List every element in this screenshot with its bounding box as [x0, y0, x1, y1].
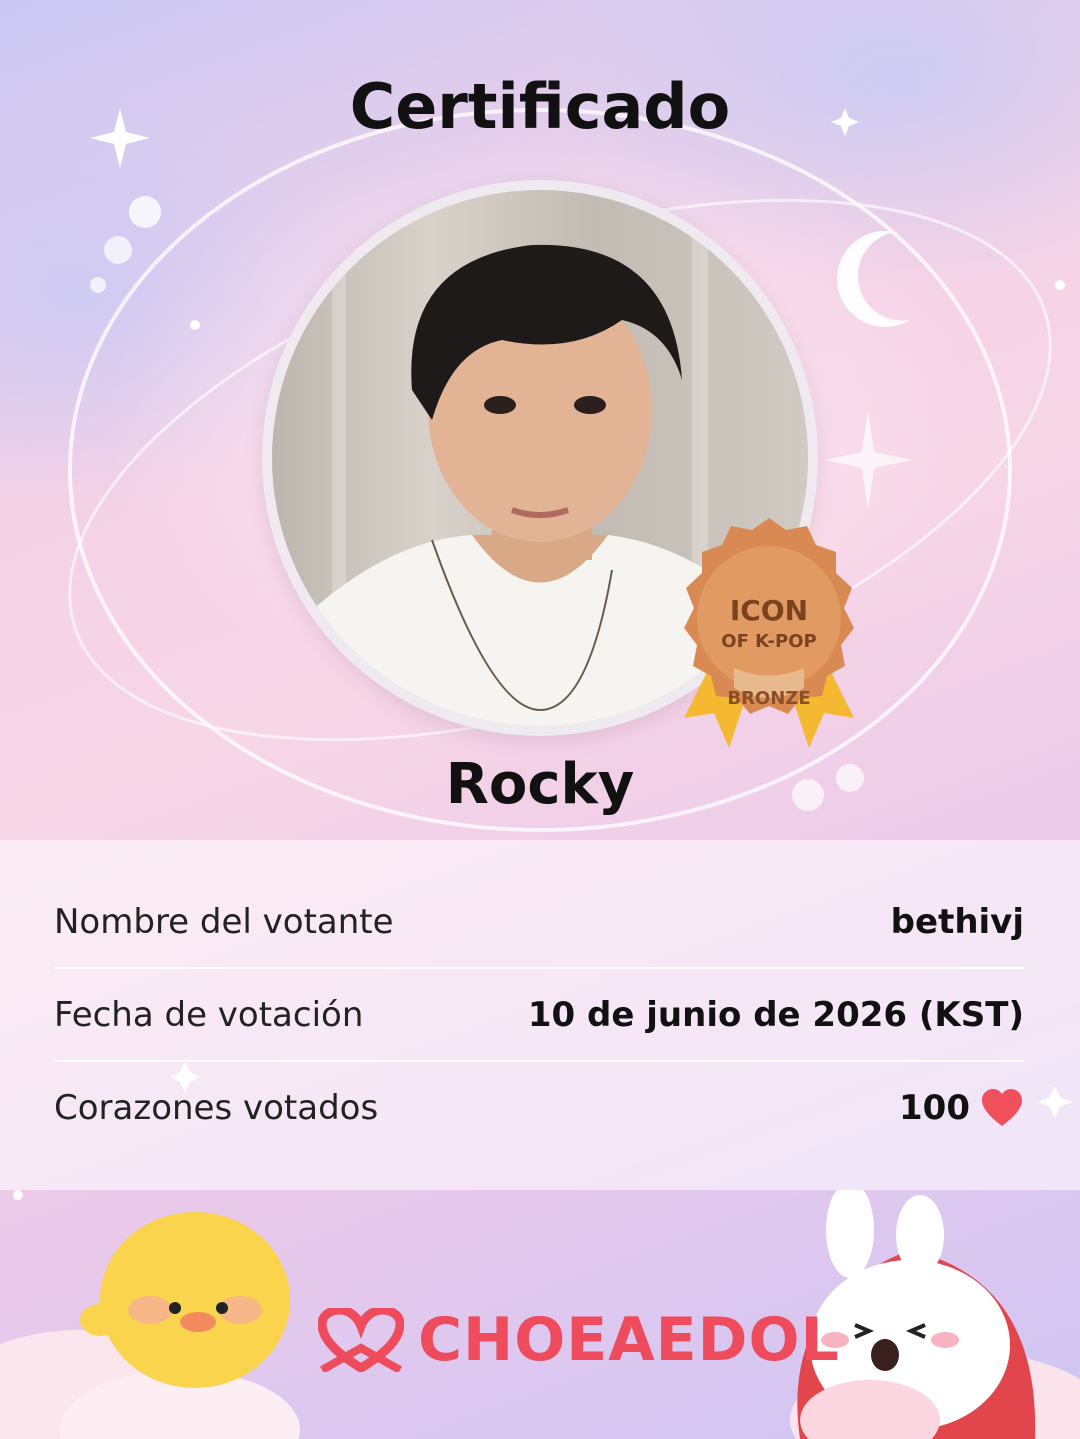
badge-subtitle: OF K-POP: [721, 631, 817, 652]
hearts-value: 100: [899, 1088, 970, 1128]
info-row-date: Fecha de votación 10 de junio de 2026 (K…: [54, 969, 1024, 1061]
choeaedol-logo-icon: [318, 1308, 404, 1372]
badge-tier: BRONZE: [727, 688, 811, 709]
moon-icon: [837, 230, 910, 327]
vote-date-label: Fecha de votación: [54, 995, 364, 1035]
info-row-voter: Nombre del votante bethivj: [54, 876, 1024, 968]
hearts-label: Corazones votados: [54, 1088, 379, 1128]
brand-logo: CHOEAEDOL: [318, 1300, 840, 1380]
voter-name-value: bethivj: [890, 902, 1024, 942]
page-title: Certificado: [349, 70, 731, 143]
vote-date-value: 10 de junio de 2026 (KST): [527, 995, 1024, 1035]
voter-name-label: Nombre del votante: [54, 902, 394, 942]
hearts-value-wrap: 100: [899, 1088, 1024, 1128]
brand-name: CHOEAEDOL: [418, 1305, 840, 1375]
badge-title: ICON: [729, 594, 809, 627]
idol-name: Rocky: [445, 752, 635, 817]
heart-icon: [982, 1089, 1022, 1126]
info-row-hearts: Corazones votados 100: [54, 1062, 1024, 1154]
bronze-badge: ICON OF K-POP BRONZE: [664, 518, 874, 758]
